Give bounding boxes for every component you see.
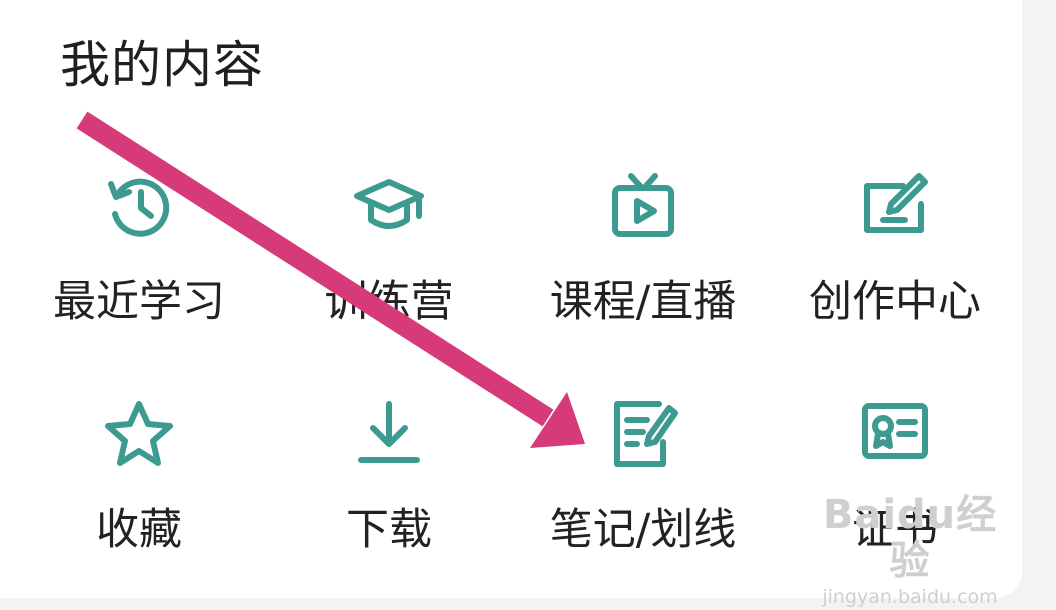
menu-item-label: 训练营 [324, 277, 454, 327]
note-pen-icon [607, 398, 679, 470]
menu-item-label: 创作中心 [809, 277, 981, 327]
watermark-logo: Baidu经验 [822, 492, 998, 584]
menu-item-download[interactable]: 下载 [264, 398, 514, 568]
menu-item-creation-center[interactable]: 创作中心 [770, 170, 1020, 340]
baidu-watermark: Baidu经验 jingyan.baidu.com [810, 492, 1010, 610]
menu-item-course-live[interactable]: 课程/直播 [518, 170, 768, 340]
certificate-icon [859, 398, 931, 470]
menu-item-training-camp[interactable]: 训练营 [264, 170, 514, 340]
menu-item-notes[interactable]: 笔记/划线 [518, 398, 768, 568]
section-title: 我的内容 [60, 36, 264, 94]
menu-item-label: 笔记/划线 [549, 505, 737, 555]
watermark-url: jingyan.baidu.com [822, 586, 998, 608]
menu-item-label: 最近学习 [53, 277, 225, 327]
menu-item-label: 收藏 [96, 505, 182, 555]
tv-play-icon [607, 170, 679, 242]
menu-item-favorites[interactable]: 收藏 [14, 398, 264, 568]
graduation-cap-icon [353, 170, 425, 242]
menu-item-recent-study[interactable]: 最近学习 [14, 170, 264, 340]
menu-item-label: 下载 [346, 505, 432, 555]
history-clock-icon [103, 170, 175, 242]
download-icon [353, 398, 425, 470]
menu-item-label: 课程/直播 [549, 277, 737, 327]
star-icon [103, 398, 175, 470]
edit-square-icon [859, 170, 931, 242]
